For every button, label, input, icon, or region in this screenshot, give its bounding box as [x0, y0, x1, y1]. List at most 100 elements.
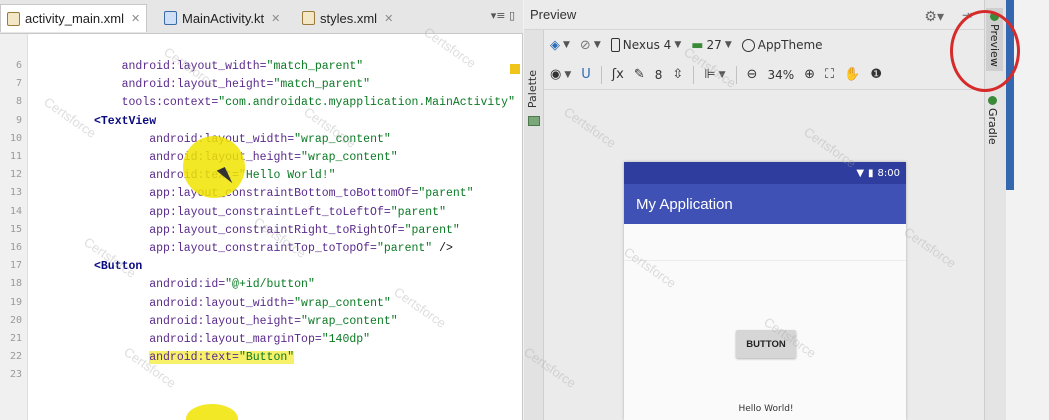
default-margin-selector[interactable]: 8 [655, 68, 663, 82]
chevron-down-icon: ▼ [593, 40, 601, 50]
warning-marker-icon[interactable] [510, 64, 520, 74]
code-line[interactable]: app:layout_constraintTop_toTopOf="parent… [94, 242, 453, 255]
annotation-circle [950, 10, 1020, 92]
xml-attribute: android:layout_height= [149, 314, 302, 328]
gradle-side-tab[interactable]: Gradle [986, 96, 999, 145]
code-line[interactable]: <TextView [94, 115, 156, 128]
code-line[interactable]: app:layout_constraintBottom_toBottomOf="… [94, 187, 473, 200]
phone-icon [610, 38, 620, 52]
xml-value: "140dp" [321, 333, 371, 346]
component-tree-icon[interactable] [528, 116, 540, 126]
xml-attribute: tools:context= [121, 96, 219, 110]
xml-value: "com.androidatc.myapplication.MainActivi… [218, 96, 515, 110]
theme-icon [741, 38, 755, 52]
close-icon[interactable]: ✕ [271, 12, 280, 25]
code-line[interactable]: app:layout_constraintLeft_toLeftOf="pare… [94, 206, 446, 219]
code-line[interactable]: android:layout_height="match_parent" [94, 78, 370, 91]
tab-label: styles.xml [320, 10, 378, 26]
close-icon[interactable]: ✕ [384, 12, 393, 25]
orientation-dropdown[interactable]: ⊘ ▼ [580, 38, 601, 53]
xml-value: "@+id/button" [225, 278, 315, 292]
button-widget[interactable]: BUTTON [736, 330, 796, 358]
status-time: 8:00 [877, 167, 900, 179]
xml-attribute: app:layout_constraintTop_toTopOf= [149, 242, 377, 255]
xml-attribute: app:layout_constraintLeft_toLeftOf= [149, 205, 391, 219]
device-dropdown[interactable]: Nexus 4 ▼ [610, 38, 681, 52]
code-text-area[interactable]: android:layout_width="match_parent" andr… [28, 34, 522, 420]
code-line[interactable]: android:layout_height="wrap_content" [94, 314, 398, 328]
tab-mainactivity-kt[interactable]: MainActivity.kt ✕ [158, 4, 286, 32]
gradle-icon [988, 96, 997, 105]
zoom-out-icon[interactable]: ⊖ [747, 67, 758, 82]
code-line[interactable]: android:text="Button" [94, 351, 295, 365]
tab-styles-xml[interactable]: styles.xml ✕ [296, 4, 399, 32]
line-number: 6 [15, 60, 22, 71]
pan-icon[interactable]: ✋ [844, 67, 860, 82]
hello-textview[interactable]: Hello World! [734, 404, 798, 414]
api-level-dropdown[interactable]: ▬ 27 ▼ [691, 38, 732, 53]
app-title: My Application [636, 195, 733, 213]
xml-value: "wrap_content" [301, 151, 398, 164]
layout-preview-panel: Preview ⚙▾ ⇥ Palette ◈ ▼ ⊘ ▼ Nexus 4 ▼ ▬ 27 ▼… [524, 0, 984, 420]
xml-attribute: android:layout_marginTop= [149, 333, 322, 346]
line-number: 8 [15, 96, 22, 108]
xml-attribute: android:layout_height= [121, 78, 274, 92]
code-editor[interactable]: activity_main.xml ✕ MainActivity.kt ✕ st… [0, 0, 523, 420]
gear-icon[interactable]: ⚙▾ [924, 8, 944, 25]
kotlin-file-icon [164, 11, 177, 25]
theme-selector[interactable]: AppTheme [741, 38, 823, 52]
error-indicator-icon[interactable]: ❶ [870, 67, 882, 82]
tab-activity-main-xml[interactable]: activity_main.xml ✕ [0, 4, 148, 32]
xml-value: "wrap_content" [301, 314, 398, 328]
xml-value: "parent" [376, 242, 433, 255]
zoom-in-icon[interactable]: ⊕ [804, 67, 815, 82]
line-number: 22 [9, 351, 22, 363]
palette-strip[interactable]: Palette [524, 30, 544, 420]
code-line[interactable]: android:layout_width="wrap_content" [94, 133, 391, 146]
palette-label[interactable]: Palette [526, 70, 539, 108]
tab-list-menu-icon[interactable]: ▾≡ ▯ [491, 9, 515, 22]
pack-icon[interactable]: ⇳ [672, 67, 683, 82]
clear-constraints-icon[interactable]: ʃx [612, 67, 624, 82]
battery-icon: ▮ [868, 167, 874, 179]
infer-constraints-icon[interactable]: ✎ [634, 67, 645, 82]
line-number: 13 [9, 187, 22, 199]
xml-value: "parent" [404, 223, 460, 237]
view-options-dropdown[interactable]: ◉ ▼ [550, 67, 571, 82]
zoom-to-fit-icon[interactable]: ⛶ [825, 67, 834, 82]
preview-header: Preview ⚙▾ ⇥ [524, 0, 984, 30]
code-line[interactable]: tools:context="com.androidatc.myapplicat… [94, 96, 515, 109]
xml-value: "wrap_content" [294, 296, 391, 310]
code-line[interactable]: android:id="@+id/button" [94, 278, 315, 291]
code-line[interactable]: android:layout_marginTop="140dp" [94, 333, 370, 346]
code-line[interactable]: android:layout_width="wrap_content" [94, 297, 391, 310]
code-line[interactable]: android:layout_width="match_parent" [94, 60, 364, 73]
xml-value: "Hello World!" [238, 169, 336, 183]
code-line[interactable]: <Button [94, 260, 142, 273]
line-number: 18 [9, 278, 22, 290]
tab-label: activity_main.xml [25, 11, 124, 26]
chevron-down-icon: ▼ [718, 69, 726, 80]
code-line[interactable]: app:layout_constraintRight_toRightOf="pa… [94, 224, 460, 237]
gradle-side-tab-label: Gradle [986, 108, 999, 145]
editor-tab-bar: activity_main.xml ✕ MainActivity.kt ✕ st… [0, 0, 523, 34]
xml-tag: <Button [94, 260, 143, 274]
tab-label: MainActivity.kt [182, 10, 265, 26]
align-dropdown[interactable]: ⊫ ▼ [704, 67, 725, 82]
code-line[interactable]: android:layout_height="wrap_content" [94, 151, 398, 164]
line-number-gutter: 6 7 8 9 10 11 12 13 14 15 16 17 18 19 20 21 22 23 [0, 34, 28, 420]
close-icon[interactable]: ✕ [131, 12, 140, 25]
xml-attribute: android:text= [149, 351, 239, 365]
preview-title: Preview [530, 7, 577, 22]
line-number: 7 [15, 78, 22, 90]
line-number: 17 [9, 260, 22, 272]
magnet-icon[interactable]: U [581, 67, 591, 82]
layers-dropdown[interactable]: ◈ ▼ [550, 38, 570, 53]
xml-attribute: app:layout_constraintRight_toRightOf= [149, 223, 405, 237]
